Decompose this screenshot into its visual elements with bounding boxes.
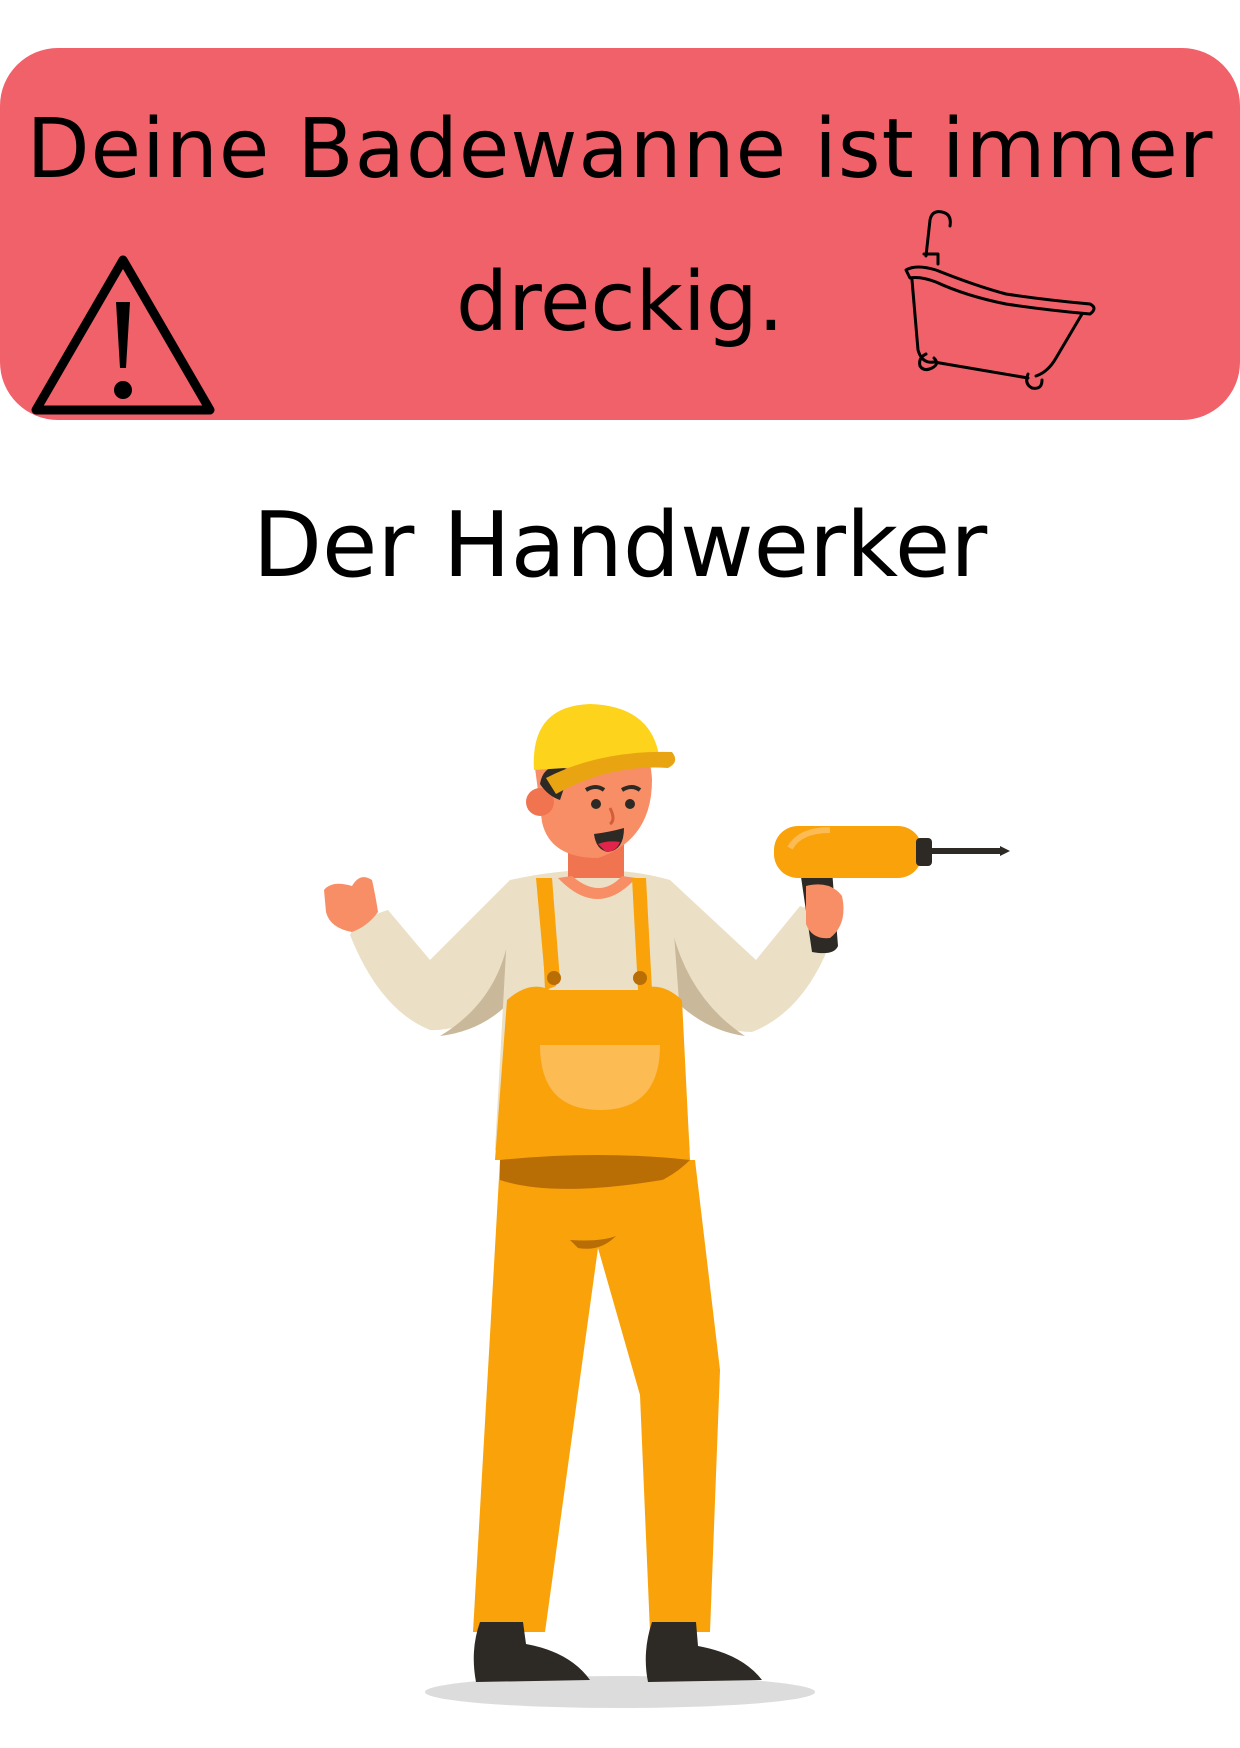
worker-illustration [324, 704, 1010, 1708]
right-button [633, 971, 647, 985]
drill-body [774, 826, 922, 878]
banner-text-line-1: Deine Badewanne ist immer [26, 102, 1214, 197]
subtitle-der-handwerker: Der Handwerker [252, 493, 988, 598]
drill-bit [932, 848, 1002, 854]
warning-icon [31, 255, 215, 415]
left-button [547, 971, 561, 985]
right-hand [806, 884, 844, 939]
overalls-legs [473, 1160, 720, 1632]
drill-chuck [916, 838, 932, 866]
bathtub-icon [904, 210, 1096, 390]
